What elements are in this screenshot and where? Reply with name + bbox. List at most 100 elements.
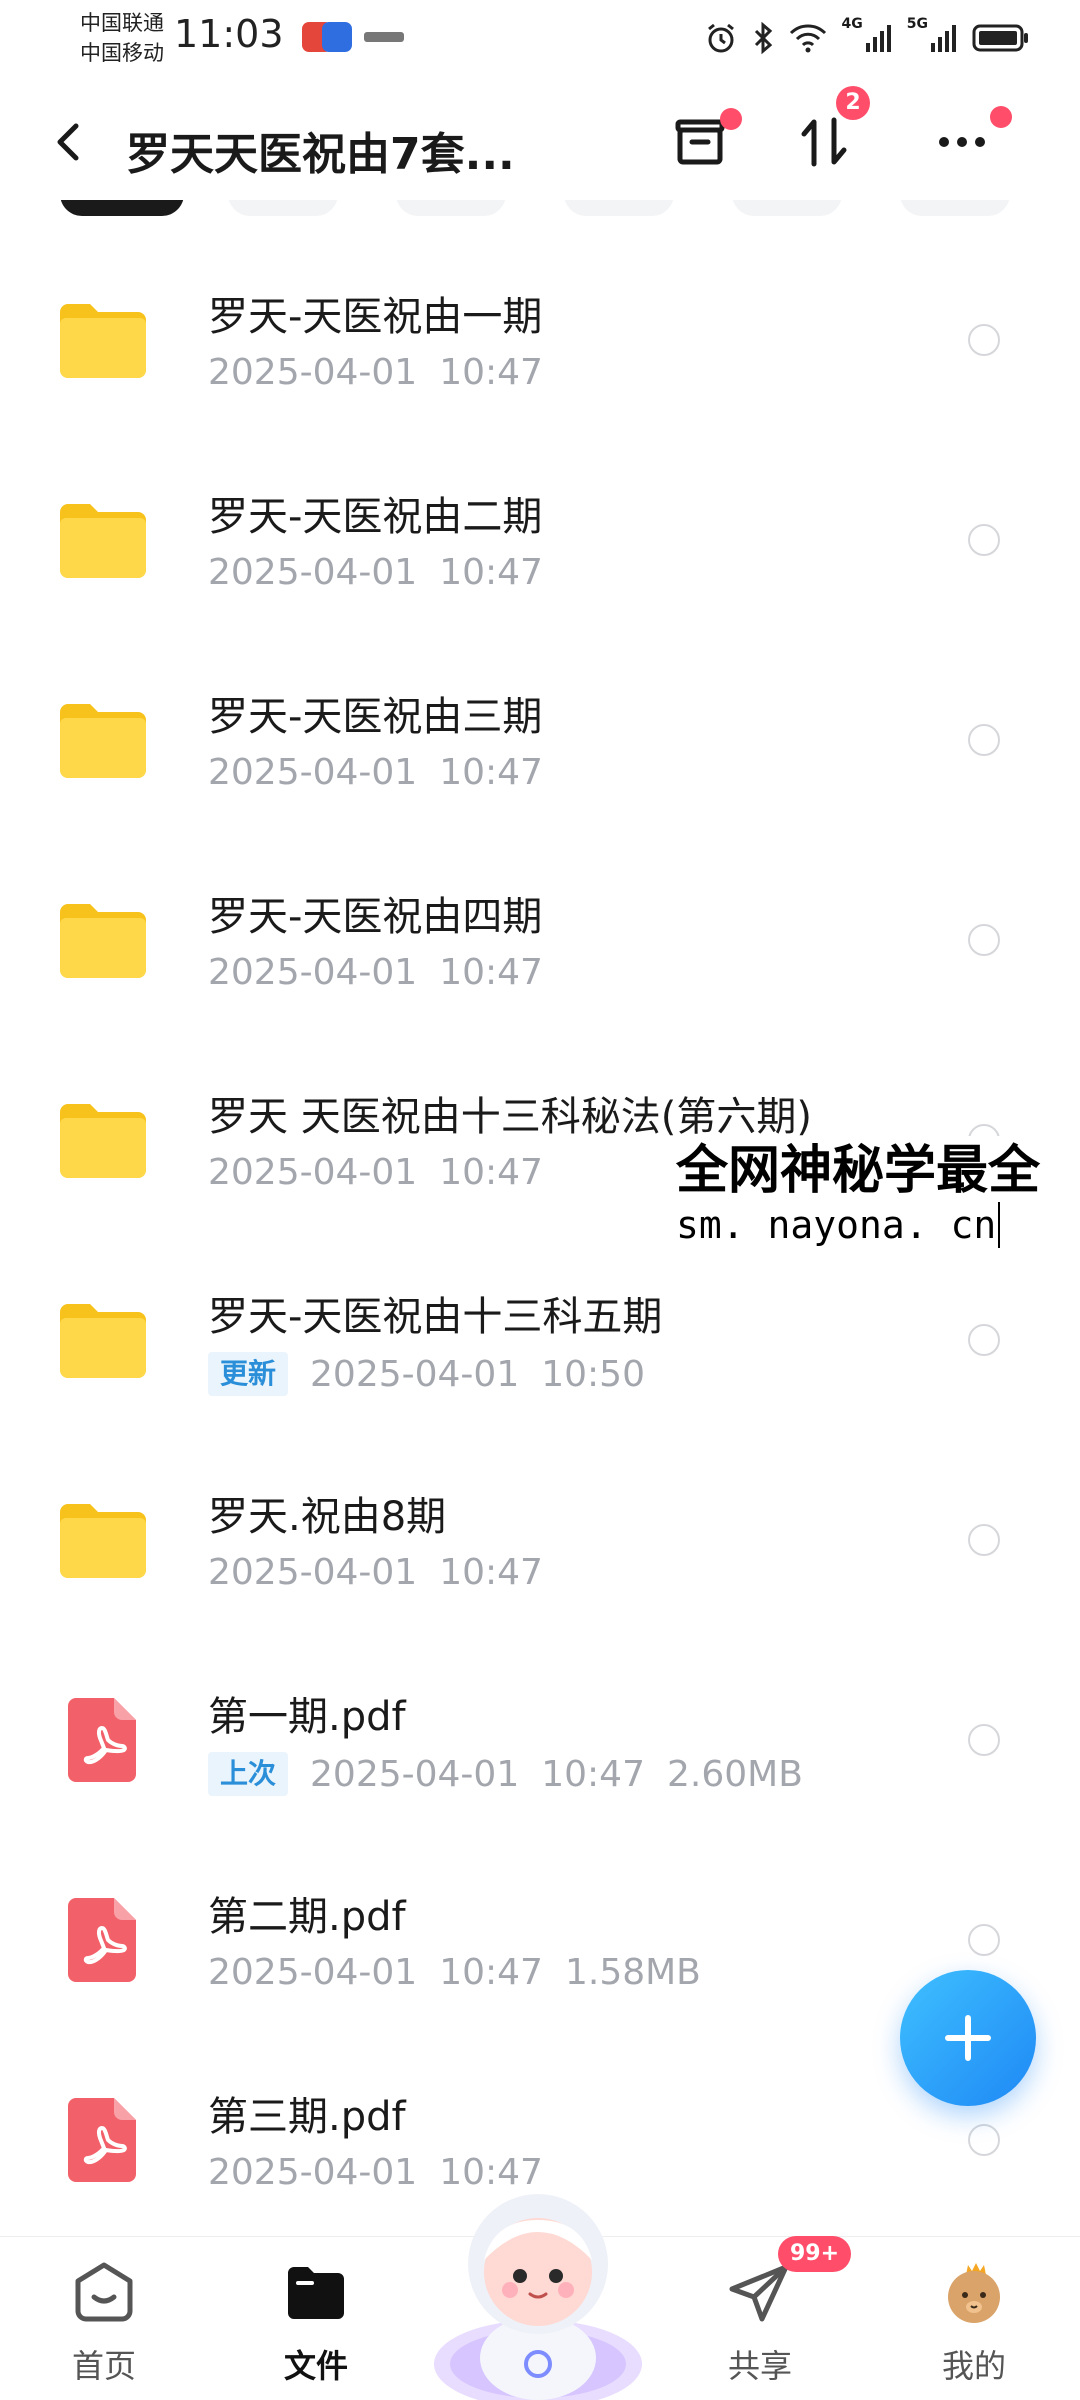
file-time: 10:47 [439,352,543,393]
list-item[interactable]: 罗天-天医祝由四期 2025-04-01 10:47 [0,840,1080,1040]
more-icon [939,137,985,147]
back-button[interactable] [40,112,100,172]
battery-icon [972,24,1028,52]
back-icon [57,123,79,161]
file-name: 罗天.祝由8期 [208,1494,447,1540]
share-badge: 99+ [778,2236,852,2272]
plus-icon [945,2015,991,2061]
carrier-2: 中国移动 [80,41,164,65]
filter-chip[interactable] [732,200,842,216]
nav-me[interactable]: 我的 [904,2259,1044,2389]
watermark-line-1: 全网神秘学最全 [676,1141,1041,1201]
notification-more-icon [364,32,404,42]
alarm-icon [707,23,734,53]
list-item[interactable]: 罗天-天医祝由十三科五期 更新 2025-04-01 10:50 [0,1240,1080,1440]
file-time: 10:47 [439,1152,543,1193]
carrier-1: 中国联通 [80,11,164,35]
paper-plane-icon [729,2264,789,2322]
folder-icon [60,1502,146,1578]
filter-chip-active[interactable] [60,200,184,216]
filter-chip[interactable] [228,200,338,216]
page-title: 罗天天医祝由7套... [126,129,515,180]
file-name: 罗天-天医祝由一期 [208,294,543,340]
assistant-mascot-button[interactable] [428,2168,648,2400]
file-date: 2025-04-01 [208,1152,418,1193]
select-checkbox[interactable] [968,1924,1000,1956]
select-checkbox[interactable] [968,524,1000,556]
list-item[interactable]: 罗天-天医祝由一期 2025-04-01 10:47 [0,240,1080,440]
home-icon [75,2262,133,2322]
file-name: 第二期.pdf [208,1894,406,1940]
file-date: 2025-04-01 [208,352,418,393]
file-name: 罗天-天医祝由四期 [208,894,543,940]
file-name: 罗天-天医祝由二期 [208,494,543,540]
select-checkbox[interactable] [968,1324,1000,1356]
filter-chip[interactable] [900,200,1010,216]
file-name: 罗天 天医祝由十三科秘法(第六期) [208,1094,812,1140]
folder-icon [288,2267,344,2319]
header-bar: 罗天天医祝由7套... [0,80,1080,210]
nav-home[interactable]: 首页 [34,2259,174,2389]
archive-notification-dot [720,108,742,130]
signal-icon-1 [865,25,891,52]
folder-icon [60,1302,146,1378]
file-date: 2025-04-01 [310,1753,520,1795]
status-badge: 上次 [208,1752,289,1796]
nav-files[interactable]: 文件 [246,2259,386,2389]
sort-icon [801,117,847,167]
status-icons: 4G 5G [704,16,1030,60]
more-button[interactable] [924,104,1012,180]
select-checkbox[interactable] [968,924,1000,956]
file-name: 罗天-天医祝由十三科五期 [208,1294,663,1340]
folder-icon [60,502,146,578]
select-checkbox[interactable] [968,1724,1000,1756]
file-date: 2025-04-01 [208,952,418,993]
file-meta: 2025-04-01 10:47 [208,952,543,993]
file-name: 第一期.pdf [208,1694,406,1740]
add-button[interactable] [900,1970,1036,2106]
file-size: 2.60MB [666,1753,803,1795]
file-date: 2025-04-01 [208,2152,418,2193]
list-item[interactable]: 罗天-天医祝由三期 2025-04-01 10:47 [0,640,1080,840]
list-item[interactable]: 罗天-天医祝由二期 2025-04-01 10:47 [0,440,1080,640]
file-meta: 2025-04-01 10:47 [208,1152,543,1193]
filter-chips [0,200,1080,224]
archive-button[interactable] [662,104,742,180]
file-meta: 2025-04-01 10:47 [208,1552,543,1593]
file-time: 10:47 [541,1753,645,1795]
file-name: 第三期.pdf [208,2094,406,2140]
file-time: 10:50 [541,1353,645,1395]
notification-shield-icon [322,22,352,52]
file-time: 10:47 [439,552,543,593]
folder-icon [60,1102,146,1178]
filter-chip[interactable] [564,200,674,216]
list-item[interactable]: 罗天.祝由8期 2025-04-01 10:47 [0,1440,1080,1640]
nav-files-label: 文件 [283,2347,348,2385]
file-time: 10:47 [439,1552,543,1593]
pdf-file-icon [68,1698,136,1782]
nav-share-label: 共享 [727,2347,792,2385]
nav-home-label: 首页 [71,2347,136,2385]
folder-icon [60,902,146,978]
bluetooth-icon [754,21,772,55]
file-time: 10:47 [439,1952,543,1993]
select-checkbox[interactable] [968,324,1000,356]
watermark-overlay: 全网神秘学最全 sm. nayona. cn [676,1136,1049,1254]
status-bar: 中国联通 中国移动 11:03 4G 5G [0,0,1080,80]
select-checkbox[interactable] [968,1524,1000,1556]
file-meta: 2025-04-01 10:47 [208,752,543,793]
wifi-icon [789,24,826,53]
list-item[interactable]: 第一期.pdf 上次 2025-04-01 10:47 2.60MB [0,1640,1080,1840]
more-notification-dot [990,106,1012,128]
nav-me-label: 我的 [941,2347,1006,2385]
select-checkbox[interactable] [968,2124,1000,2156]
nav-share[interactable]: 共享 [690,2259,830,2389]
filter-chip[interactable] [396,200,506,216]
select-checkbox[interactable] [968,724,1000,756]
file-time: 10:47 [439,752,543,793]
file-name: 罗天-天医祝由三期 [208,694,543,740]
folder-icon [60,702,146,778]
file-date: 2025-04-01 [208,1952,418,1993]
status-badge: 更新 [208,1352,289,1396]
pdf-file-icon [68,1898,136,1982]
